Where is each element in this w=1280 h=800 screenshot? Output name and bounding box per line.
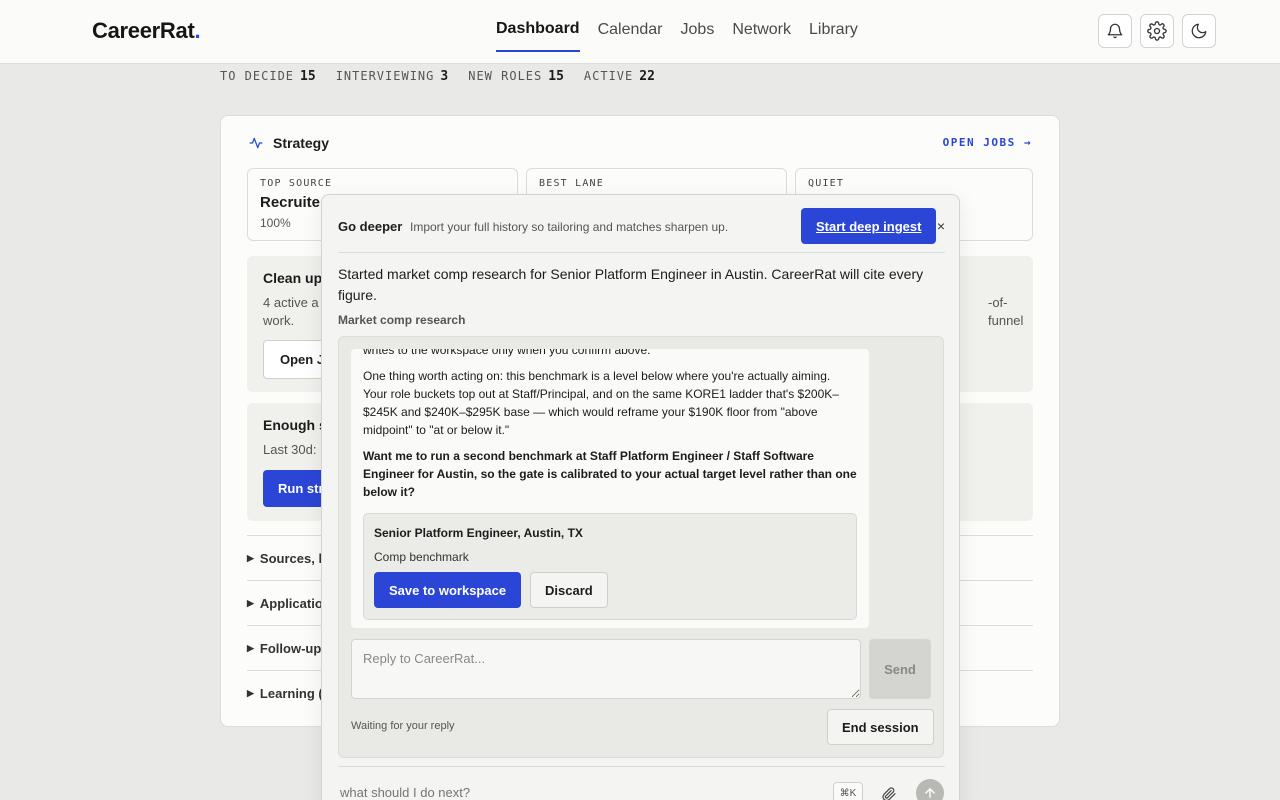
caret-right-icon: ▶	[247, 597, 254, 608]
logo[interactable]: CareerRat.	[92, 18, 201, 44]
assistant-panel: Go deeper Import your full history so ta…	[321, 194, 960, 800]
paperclip-icon	[882, 787, 896, 800]
benchmark-card: Senior Platform Engineer, Austin, TX Com…	[363, 513, 857, 620]
shortcut-hint: ⌘K	[833, 782, 863, 800]
activity-icon	[249, 137, 263, 149]
stat-to-decide[interactable]: TO DECIDE 15	[220, 69, 316, 84]
arrow-right-icon: →	[1023, 136, 1032, 149]
open-jobs-link[interactable]: OPEN JOBS →	[943, 136, 1032, 149]
composer: ⌘K	[338, 766, 945, 800]
theme-toggle-button[interactable]	[1182, 14, 1216, 48]
send-button[interactable]: Send	[869, 639, 931, 699]
status-message: Started market comp research for Senior …	[338, 266, 924, 303]
main-nav: Dashboard Calendar Jobs Network Library	[496, 0, 858, 64]
strategy-title: Strategy	[249, 135, 329, 151]
caret-right-icon: ▶	[247, 552, 254, 563]
session-label: Market comp research	[338, 313, 466, 327]
research-session: writes to the workspace only when you co…	[338, 336, 944, 758]
composer-input[interactable]	[340, 785, 810, 800]
stat-new-roles[interactable]: NEW ROLES 15	[468, 69, 564, 84]
attach-button[interactable]	[878, 783, 900, 800]
notifications-button[interactable]	[1098, 14, 1132, 48]
submit-button[interactable]	[916, 779, 944, 800]
stat-active[interactable]: ACTIVE 22	[584, 69, 655, 84]
caret-right-icon: ▶	[247, 642, 254, 653]
reply-input[interactable]	[351, 639, 861, 699]
nav-network[interactable]: Network	[732, 0, 791, 52]
arrow-up-icon	[925, 788, 935, 798]
start-deep-ingest-button[interactable]: Start deep ingest	[801, 208, 937, 244]
bell-icon	[1107, 23, 1123, 39]
top-header: CareerRat. Dashboard Calendar Jobs Netwo…	[0, 0, 1280, 64]
discard-button[interactable]: Discard	[530, 572, 608, 608]
caret-right-icon: ▶	[247, 687, 254, 698]
close-icon[interactable]: ×	[937, 218, 945, 234]
end-session-button[interactable]: End session	[827, 709, 934, 745]
settings-button[interactable]	[1140, 14, 1174, 48]
stat-interviewing[interactable]: INTERVIEWING 3	[336, 69, 449, 84]
go-deeper-banner: Go deeper Import your full history so ta…	[338, 208, 945, 253]
nav-calendar[interactable]: Calendar	[598, 0, 663, 52]
assistant-message[interactable]: writes to the workspace only when you co…	[351, 349, 869, 628]
nav-library[interactable]: Library	[809, 0, 858, 52]
save-to-workspace-button[interactable]: Save to workspace	[374, 572, 522, 608]
waiting-status: Waiting for your reply	[351, 720, 455, 732]
nav-jobs[interactable]: Jobs	[681, 0, 715, 52]
stats-bar: TO DECIDE 15 INTERVIEWING 3 NEW ROLES 15 AC…	[220, 69, 655, 84]
gear-icon	[1147, 21, 1167, 41]
moon-icon	[1191, 23, 1207, 39]
nav-dashboard[interactable]: Dashboard	[496, 0, 580, 52]
